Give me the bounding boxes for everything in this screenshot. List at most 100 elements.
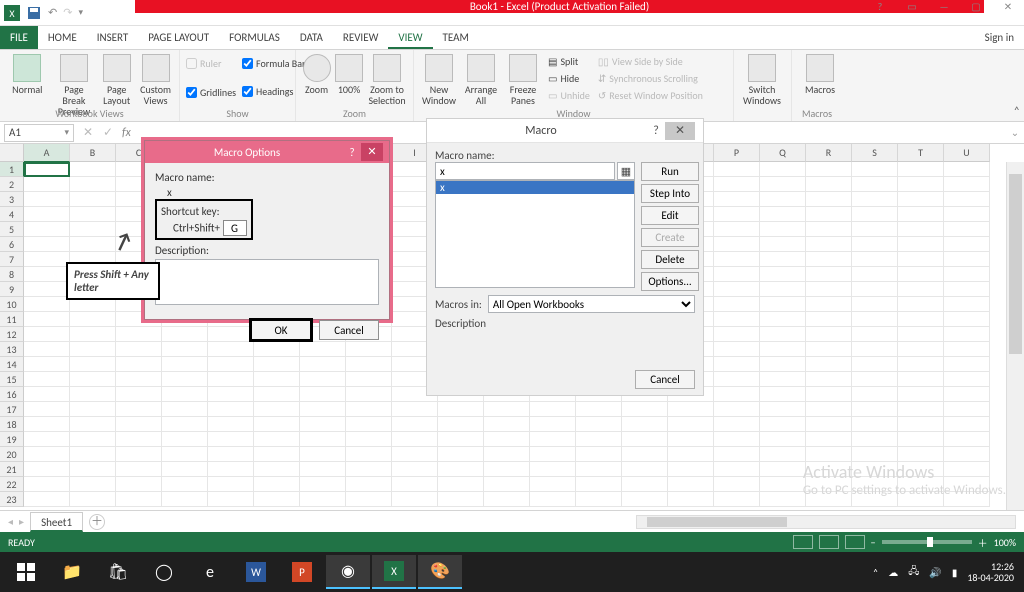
tab-data[interactable]: DATA xyxy=(290,26,333,49)
create-button: Create xyxy=(641,228,699,247)
zoom-slider[interactable] xyxy=(882,540,972,544)
ribbon-display-icon[interactable]: ▭ xyxy=(896,0,928,13)
cortana-icon[interactable]: ◯ xyxy=(142,555,186,589)
reference-icon[interactable]: ▦ xyxy=(617,162,635,180)
delete-button[interactable]: Delete xyxy=(641,250,699,269)
help-icon[interactable]: ? xyxy=(864,0,896,13)
store-icon[interactable]: 🛍 xyxy=(96,555,140,589)
svg-text:X: X xyxy=(9,7,15,20)
word-icon[interactable]: W xyxy=(234,555,278,589)
tab-file[interactable]: FILE xyxy=(0,26,38,49)
macro-list[interactable]: x xyxy=(435,180,635,288)
fx-icon[interactable]: fx xyxy=(118,126,135,140)
cancel-button[interactable]: Cancel xyxy=(635,370,695,389)
tab-formulas[interactable]: FORMULAS xyxy=(219,26,290,49)
tab-insert[interactable]: INSERT xyxy=(87,26,139,49)
group-label: Show xyxy=(180,107,295,120)
save-icon[interactable] xyxy=(26,5,42,21)
zoom-level[interactable]: 100% xyxy=(994,536,1016,549)
svg-text:P: P xyxy=(299,566,305,579)
tab-team[interactable]: TEAM xyxy=(433,26,479,49)
macros-in-label: Macros in: xyxy=(435,298,482,311)
battery-icon[interactable]: ▮ xyxy=(952,566,958,579)
new-sheet-button[interactable]: ＋ xyxy=(89,514,105,530)
qat-dropdown-icon[interactable]: ▾ xyxy=(78,7,83,18)
name-box[interactable]: A1▾ xyxy=(4,124,74,142)
tab-home[interactable]: HOME xyxy=(38,26,87,49)
dialog-title: Macro Options xyxy=(151,146,343,159)
onedrive-icon[interactable]: ☁ xyxy=(888,566,898,579)
zoom-out-icon[interactable]: − xyxy=(871,536,876,549)
shortcut-key-input[interactable] xyxy=(223,220,247,236)
sheet-tab[interactable]: Sheet1 xyxy=(30,512,83,532)
window-controls: ? ▭ — ▢ ✕ xyxy=(864,0,1024,13)
tab-review[interactable]: REVIEW xyxy=(333,26,389,49)
group-label: Macros xyxy=(792,107,842,120)
chrome-icon[interactable]: ◉ xyxy=(326,555,370,589)
sheet-nav-prev-icon[interactable]: ◂ xyxy=(8,515,13,528)
arrange-all-button[interactable]: Arrange All xyxy=(460,52,502,108)
edge-icon[interactable]: e xyxy=(188,555,232,589)
ok-button[interactable]: OK xyxy=(251,320,311,340)
collapse-ribbon-icon[interactable]: ˄ xyxy=(1014,105,1020,119)
horizontal-scrollbar[interactable] xyxy=(636,515,1016,529)
shortcut-prefix: Ctrl+Shift+ xyxy=(173,222,220,235)
options-button[interactable]: Options... xyxy=(641,272,699,291)
row-headers[interactable]: 1234567891011121314151617181920212223 xyxy=(0,162,24,507)
new-window-button[interactable]: New Window xyxy=(418,52,460,108)
page-layout-view-icon[interactable] xyxy=(819,535,839,549)
help-icon[interactable]: ? xyxy=(647,124,665,138)
tab-view[interactable]: VIEW xyxy=(388,26,432,49)
expand-formula-bar-icon[interactable]: ⌄ xyxy=(1006,126,1024,139)
step-into-button[interactable]: Step Into xyxy=(641,184,699,203)
tray-up-icon[interactable]: ˄ xyxy=(873,566,878,579)
cancel-button[interactable]: Cancel xyxy=(319,320,379,340)
freeze-panes-button[interactable]: Freeze Panes xyxy=(502,52,544,108)
vertical-scrollbar[interactable] xyxy=(1006,162,1024,510)
minimize-icon[interactable]: — xyxy=(928,0,960,13)
chevron-down-icon[interactable]: ▾ xyxy=(64,127,69,138)
macro-name-input[interactable] xyxy=(435,162,615,180)
run-button[interactable]: Run xyxy=(641,162,699,181)
edit-button[interactable]: Edit xyxy=(641,206,699,225)
volume-icon[interactable]: 🔊 xyxy=(929,566,941,579)
split-button[interactable]: ▤ Split xyxy=(546,54,592,69)
select-all-corner[interactable] xyxy=(0,144,24,162)
close-icon[interactable]: ✕ xyxy=(665,122,695,140)
macros-button[interactable]: Macros xyxy=(796,52,844,97)
powerpoint-icon[interactable]: P xyxy=(280,555,324,589)
headings-checkbox[interactable] xyxy=(242,86,253,97)
enter-formula-icon[interactable]: ✓ xyxy=(98,125,118,140)
zoom-button[interactable]: Zoom xyxy=(300,52,333,108)
tab-page-layout[interactable]: PAGE LAYOUT xyxy=(138,26,219,49)
macros-in-select[interactable]: All Open Workbooks xyxy=(488,295,695,313)
zoom-to-selection-button[interactable]: Zoom to Selection xyxy=(365,52,409,108)
sheet-nav-next-icon[interactable]: ▸ xyxy=(19,515,24,528)
dialog-title: Macro xyxy=(435,124,647,138)
zoom-100-button[interactable]: 100% xyxy=(333,52,365,108)
network-icon[interactable]: 🖧 xyxy=(908,564,919,581)
close-icon[interactable]: ✕ xyxy=(361,143,383,161)
switch-windows-button[interactable]: Switch Windows xyxy=(738,52,786,108)
normal-view-icon[interactable] xyxy=(793,535,813,549)
page-break-view-icon[interactable] xyxy=(845,535,865,549)
description-textarea[interactable] xyxy=(155,259,379,305)
hide-button[interactable]: ▭ Hide xyxy=(546,71,592,86)
help-icon[interactable]: ? xyxy=(343,146,361,159)
list-item[interactable]: x xyxy=(436,181,634,194)
file-explorer-icon[interactable]: 📁 xyxy=(50,555,94,589)
title-bar: Book1 - Excel (Product Activation Failed… xyxy=(135,0,984,13)
formula-bar-checkbox[interactable] xyxy=(242,58,253,69)
zoom-in-icon[interactable]: ＋ xyxy=(978,535,988,550)
undo-icon[interactable]: ↶ xyxy=(48,6,57,19)
gridlines-checkbox[interactable] xyxy=(186,87,197,98)
redo-icon[interactable]: ↷ xyxy=(63,6,72,19)
cancel-formula-icon[interactable]: ✕ xyxy=(78,125,98,140)
paint-icon[interactable]: 🎨 xyxy=(418,555,462,589)
sign-in-link[interactable]: Sign in xyxy=(975,26,1024,49)
excel-taskbar-icon[interactable]: X xyxy=(372,555,416,589)
maximize-icon[interactable]: ▢ xyxy=(960,0,992,13)
close-icon[interactable]: ✕ xyxy=(992,0,1024,13)
clock[interactable]: 12:2618-04-2020 xyxy=(967,561,1014,583)
start-button[interactable] xyxy=(4,555,48,589)
